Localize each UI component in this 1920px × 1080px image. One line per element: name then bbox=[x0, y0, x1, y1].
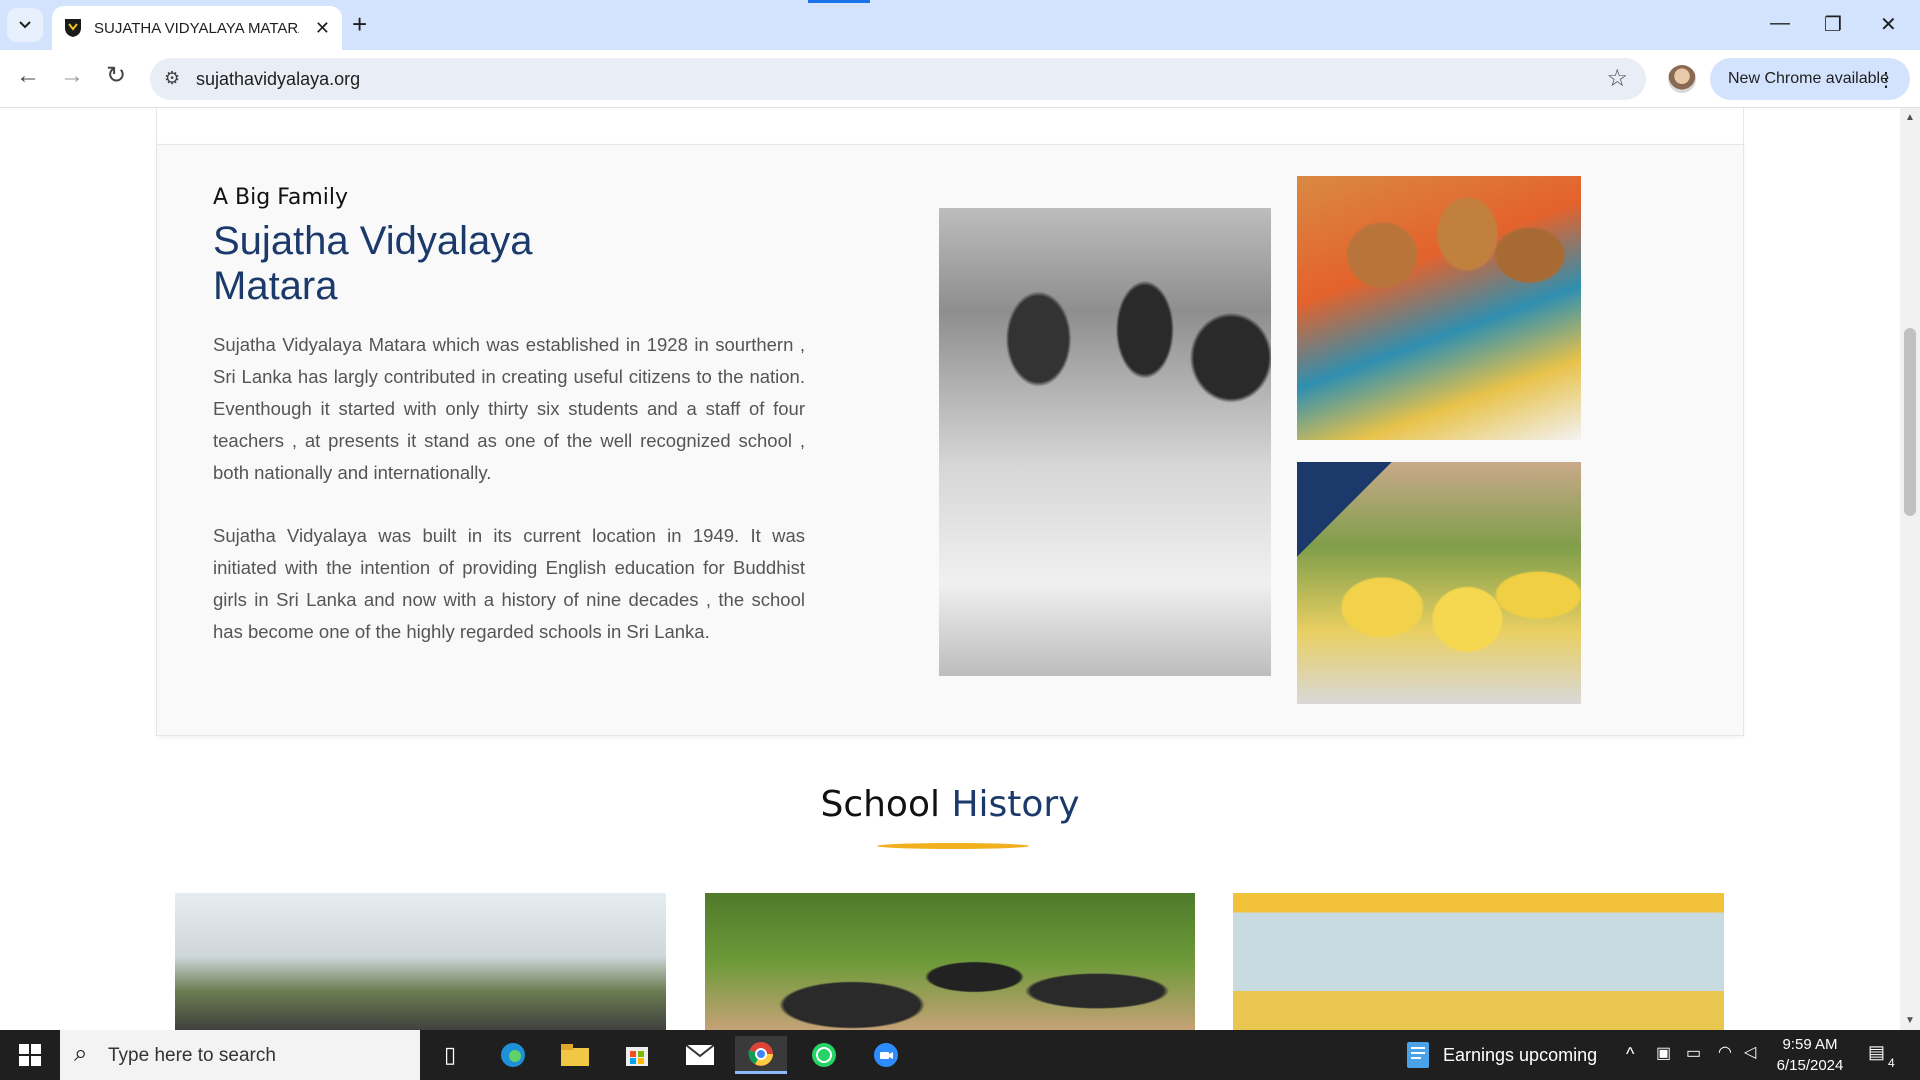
address-bar[interactable]: ⚙ sujathavidyalaya.org ☆ bbox=[150, 58, 1646, 100]
loading-indicator bbox=[808, 0, 870, 3]
chevron-down-icon bbox=[19, 21, 31, 29]
file-explorer-icon[interactable] bbox=[555, 1036, 595, 1074]
site-info-icon[interactable]: ⚙ bbox=[164, 68, 180, 89]
restore-icon[interactable]: ❐ bbox=[1824, 12, 1842, 37]
clock-date: 6/15/2024 bbox=[1776, 1057, 1844, 1074]
close-window-icon[interactable]: ✕ bbox=[1880, 12, 1897, 37]
back-icon[interactable]: ← bbox=[16, 64, 40, 88]
windows-logo-icon bbox=[19, 1044, 41, 1066]
menu-dots-icon[interactable]: ⋮ bbox=[1876, 67, 1896, 92]
edge-icon[interactable] bbox=[493, 1036, 533, 1074]
scroll-thumb[interactable] bbox=[1904, 328, 1916, 516]
notification-count: 4 bbox=[1888, 1056, 1895, 1070]
tray-overflow-icon[interactable]: ^ bbox=[1626, 1044, 1634, 1065]
mail-icon[interactable] bbox=[680, 1036, 720, 1074]
news-widget-text[interactable]: Earnings upcoming bbox=[1443, 1045, 1597, 1066]
zoom-icon[interactable] bbox=[866, 1036, 906, 1074]
reload-icon[interactable]: ↻ bbox=[106, 64, 126, 88]
close-tab-icon[interactable]: ✕ bbox=[315, 18, 330, 39]
page-scrollbar[interactable]: ▲ ▼ bbox=[1900, 108, 1920, 1030]
news-widget-icon[interactable] bbox=[1398, 1036, 1438, 1074]
title-part-2: History bbox=[951, 784, 1080, 825]
tab-search-button[interactable] bbox=[7, 8, 43, 42]
volume-icon[interactable]: ◁ bbox=[1744, 1042, 1756, 1062]
history-photo-students[interactable] bbox=[705, 893, 1195, 1030]
store-icon[interactable] bbox=[617, 1036, 657, 1074]
active-tab[interactable]: SUJATHA VIDYALAYA MATARA | ✕ bbox=[52, 6, 342, 50]
notification-icon[interactable]: ▤ bbox=[1868, 1042, 1885, 1063]
school-crest-icon bbox=[65, 19, 81, 37]
windows-taskbar: ⌕ Type here to search ▯ Earnings upcomin… bbox=[0, 1030, 1920, 1080]
previous-section-edge bbox=[156, 108, 1744, 144]
about-paragraph-2: Sujatha Vidyalaya was built in its curre… bbox=[213, 525, 805, 642]
taskbar-search[interactable]: ⌕ Type here to search bbox=[60, 1030, 420, 1080]
about-paragraph-1: Sujatha Vidyalaya Matara which was estab… bbox=[213, 334, 805, 483]
wifi-icon[interactable]: ◠ bbox=[1718, 1042, 1732, 1062]
minimize-icon[interactable]: — bbox=[1770, 12, 1790, 35]
taskbar-clock[interactable]: 9:59 AM 6/15/2024 bbox=[1772, 1034, 1848, 1076]
school-history-title: School History bbox=[0, 784, 1900, 825]
chrome-update-button[interactable]: New Chrome available ⋮ bbox=[1710, 58, 1910, 100]
whatsapp-icon[interactable] bbox=[804, 1036, 844, 1074]
clock-time: 9:59 AM bbox=[1782, 1036, 1838, 1053]
url-text[interactable]: sujathavidyalaya.org bbox=[196, 69, 360, 90]
task-view-icon[interactable]: ▯ bbox=[430, 1036, 470, 1074]
start-button[interactable] bbox=[0, 1030, 60, 1080]
tab-title: SUJATHA VIDYALAYA MATARA | bbox=[94, 19, 299, 37]
school-band-photo bbox=[1297, 462, 1581, 704]
meet-now-icon[interactable]: ▣ bbox=[1656, 1043, 1671, 1063]
heading-line-2: Matara bbox=[213, 264, 338, 308]
search-icon: ⌕ bbox=[74, 1040, 88, 1067]
tab-strip: SUJATHA VIDYALAYA MATARA | ✕ + — ❐ ✕ bbox=[0, 0, 1920, 50]
bookmark-star-icon[interactable]: ☆ bbox=[1606, 64, 1628, 93]
history-photo-classroom[interactable] bbox=[1233, 893, 1724, 1030]
students-praying-photo bbox=[939, 208, 1271, 676]
page-viewport: A Big Family Sujatha Vidyalaya Matara Su… bbox=[0, 108, 1900, 1030]
scroll-up-icon[interactable]: ▲ bbox=[1905, 112, 1915, 123]
about-card: A Big Family Sujatha Vidyalaya Matara Su… bbox=[156, 144, 1744, 736]
battery-icon[interactable]: ▭ bbox=[1686, 1043, 1701, 1063]
history-photo-building[interactable] bbox=[175, 893, 666, 1030]
chrome-taskbar-icon[interactable] bbox=[735, 1036, 787, 1074]
forward-icon[interactable]: → bbox=[60, 64, 84, 88]
update-label: New Chrome available bbox=[1728, 70, 1889, 87]
new-tab-button[interactable]: + bbox=[352, 11, 367, 37]
browser-toolbar: ← → ↻ ⚙ sujathavidyalaya.org ☆ New Chrom… bbox=[0, 50, 1920, 108]
title-underline bbox=[877, 843, 1029, 849]
heading-line-1: Sujatha Vidyalaya bbox=[213, 219, 533, 263]
profile-avatar[interactable] bbox=[1668, 65, 1696, 93]
about-heading: Sujatha Vidyalaya Matara bbox=[213, 219, 633, 309]
scroll-down-icon[interactable]: ▼ bbox=[1905, 1015, 1915, 1026]
search-placeholder: Type here to search bbox=[108, 1045, 276, 1066]
title-part-1: School bbox=[820, 784, 940, 825]
about-kicker: A Big Family bbox=[213, 185, 348, 210]
buddha-statues-photo bbox=[1297, 176, 1581, 440]
